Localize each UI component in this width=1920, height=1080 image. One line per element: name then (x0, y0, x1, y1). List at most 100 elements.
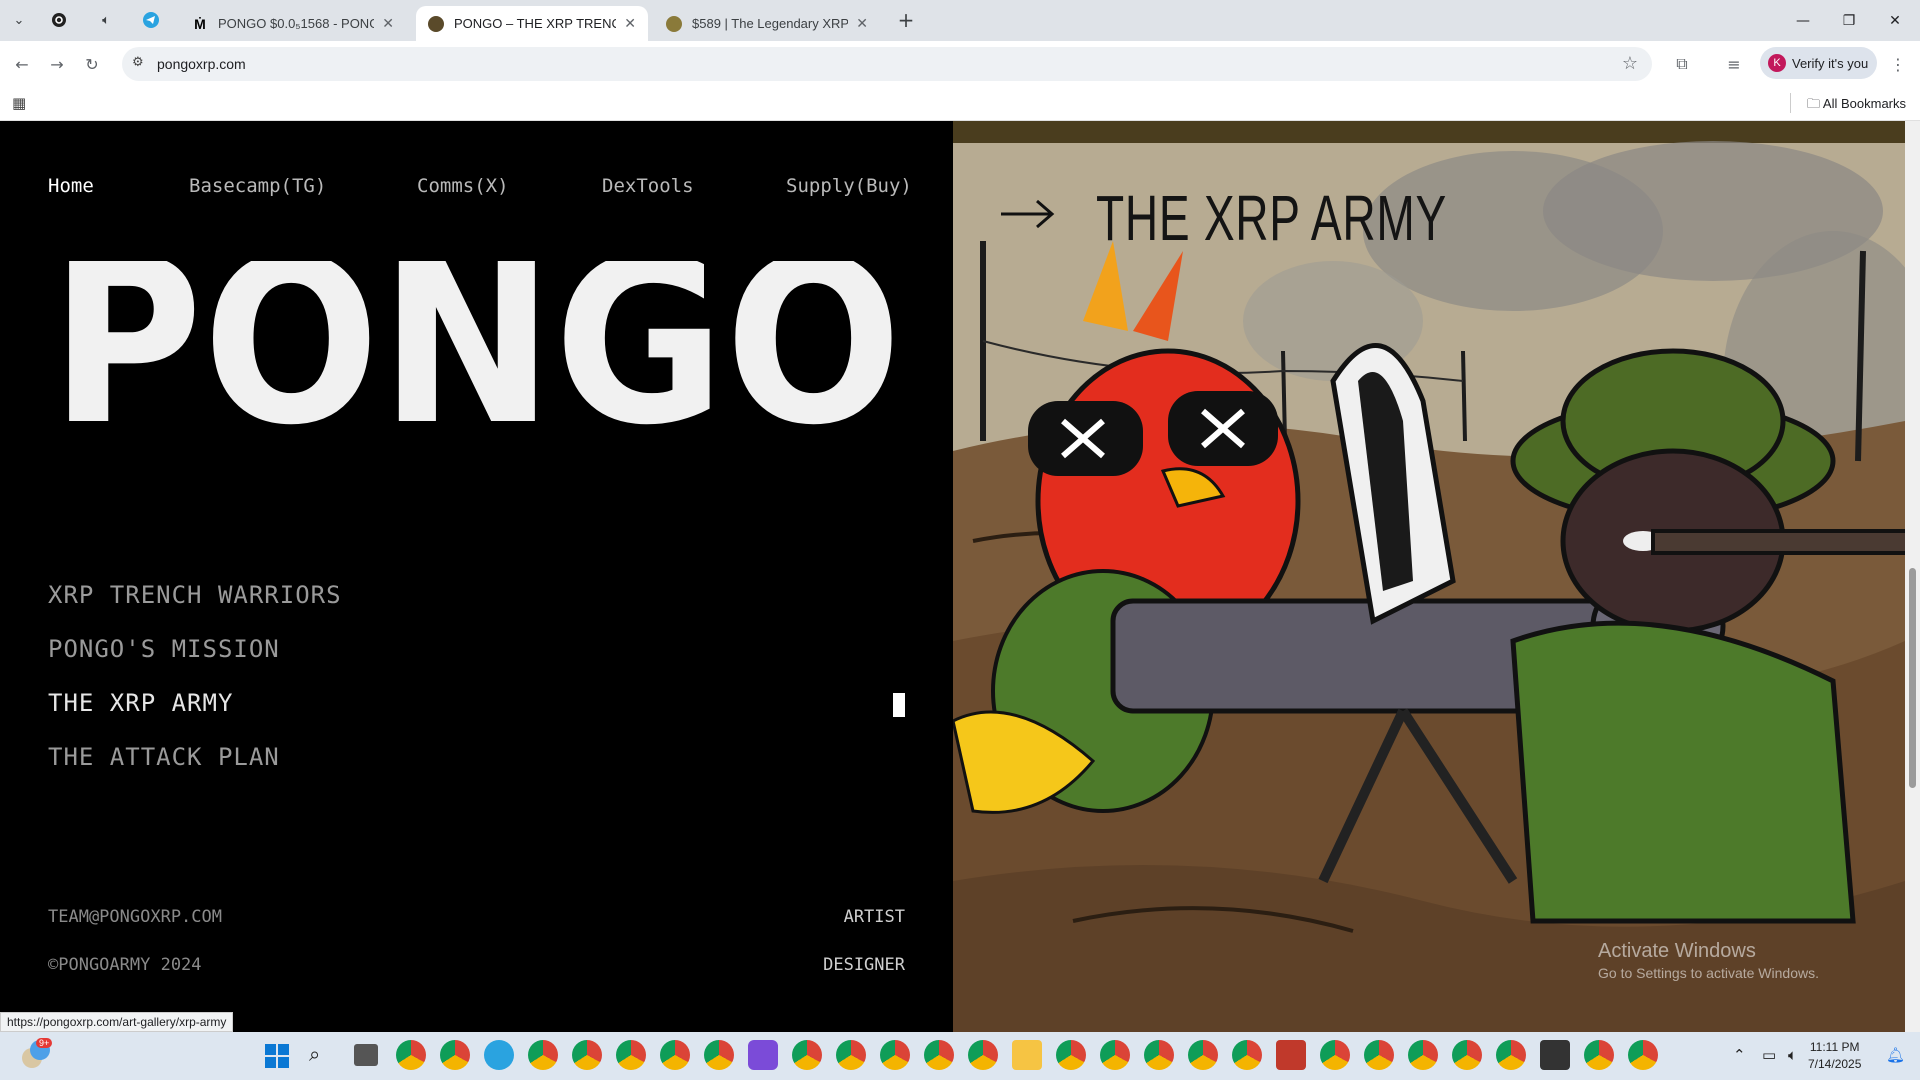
pinned-tab-threads-icon[interactable] (48, 9, 70, 31)
search-icon[interactable]: ⌕ (309, 1042, 320, 1066)
terminal-icon[interactable] (1540, 1040, 1570, 1070)
weather-widget-icon[interactable]: 9+ (18, 1038, 53, 1072)
back-icon[interactable]: ← (10, 52, 34, 76)
copyright: ©PONGOARMY 2024 (48, 955, 202, 975)
system-clock[interactable]: 11:11 PM 7/14/2025 (1808, 1039, 1861, 1073)
verify-label: Verify it's you (1792, 55, 1869, 71)
chrome-icon[interactable] (704, 1040, 734, 1070)
page-viewport: Home Basecamp(TG) Comms(X) DexTools Supp… (0, 121, 1920, 1032)
address-bar[interactable]: ⚙︎ pongoxrp.com ☆ (122, 47, 1652, 81)
menu-item-the-xrp-army[interactable]: THE XRP ARMY (48, 689, 233, 717)
volume-icon[interactable]: 🔈︎ (1788, 1046, 1797, 1064)
active-indicator (893, 693, 905, 717)
apps-grid-icon[interactable]: ▦ (12, 94, 26, 112)
nav-home[interactable]: Home (48, 175, 94, 197)
site-info-icon[interactable]: ⚙︎ (132, 55, 144, 70)
media-controls-icon[interactable]: ≡ (1722, 52, 1746, 76)
file-explorer-icon[interactable] (1012, 1040, 1042, 1070)
browser-menu-icon[interactable]: ⋮ (1886, 52, 1910, 76)
all-bookmarks-button[interactable]: 🗀︎ All Bookmarks (1807, 95, 1906, 117)
chrome-profile-icon[interactable] (440, 1040, 470, 1070)
profile-verify-button[interactable]: K Verify it's you (1760, 47, 1877, 79)
new-tab-icon[interactable]: + (895, 8, 917, 32)
chrome-active-icon[interactable] (528, 1040, 558, 1070)
close-tab-icon[interactable]: ✕ (856, 15, 868, 32)
chrome-icon[interactable] (1144, 1040, 1174, 1070)
left-panel: Home Basecamp(TG) Comms(X) DexTools Supp… (0, 121, 953, 1032)
page-scrollbar[interactable] (1905, 121, 1920, 1032)
network-icon[interactable]: ▭ (1762, 1046, 1776, 1064)
tab-title: PONGO $0.0₅1568 - PONGO / X (218, 16, 375, 31)
nav-dextools[interactable]: DexTools (602, 175, 694, 197)
gallery-heading: THE XRP ARMY (1096, 182, 1447, 254)
minimize-icon[interactable]: — (1780, 0, 1826, 41)
forward-icon[interactable]: → (45, 52, 69, 76)
chrome-icon[interactable] (880, 1040, 910, 1070)
nav-comms-x[interactable]: Comms(X) (417, 175, 509, 197)
chrome-icon[interactable] (1320, 1040, 1350, 1070)
tab-xrp-meme[interactable]: $589 | The Legendary XRP Meme ✕ (654, 6, 880, 41)
chrome-icon[interactable] (1408, 1040, 1438, 1070)
tab-search-icon[interactable]: ⌄ (8, 9, 30, 31)
nav-basecamp-tg[interactable]: Basecamp(TG) (189, 175, 326, 197)
chrome-icon[interactable] (1188, 1040, 1218, 1070)
chrome-icon[interactable] (1364, 1040, 1394, 1070)
chrome-icon[interactable] (660, 1040, 690, 1070)
task-view-icon[interactable] (354, 1044, 378, 1066)
close-tab-icon[interactable]: ✕ (624, 15, 636, 32)
scrollbar-thumb[interactable] (1909, 568, 1916, 788)
chrome-icon[interactable] (572, 1040, 602, 1070)
tab-title: PONGO – THE XRP TRENCH WARRIORS (454, 16, 617, 31)
chrome-icon[interactable] (1232, 1040, 1262, 1070)
restore-icon[interactable]: ❐ (1826, 0, 1872, 41)
artwork-panel: THE XRP ARMY (953, 121, 1905, 1032)
chrome-icon[interactable] (924, 1040, 954, 1070)
extensions-icon[interactable]: ⧉ (1670, 52, 1694, 76)
reload-icon[interactable]: ↻ (80, 52, 104, 76)
chrome-icon[interactable] (616, 1040, 646, 1070)
arrow-right-icon (1001, 199, 1055, 229)
chrome-icon[interactable] (1100, 1040, 1130, 1070)
tab-pongo-x[interactable]: Ṁ PONGO $0.0₅1568 - PONGO / X ✕ (180, 6, 406, 41)
chrome-icon[interactable] (396, 1040, 426, 1070)
chrome-icon[interactable] (836, 1040, 866, 1070)
chrome-icon[interactable] (1584, 1040, 1614, 1070)
logo-text: PONGO (50, 261, 902, 441)
notifications-bell-icon[interactable]: 🔔︎ (1886, 1046, 1905, 1064)
url-text: pongoxrp.com (157, 56, 246, 72)
telegram-icon[interactable] (484, 1040, 514, 1070)
chrome-icon[interactable] (1628, 1040, 1658, 1070)
chrome-icon[interactable] (1056, 1040, 1086, 1070)
tray-overflow-icon[interactable]: ⌃ (1733, 1046, 1746, 1064)
menu-item-pongos-mission[interactable]: PONGO'S MISSION (48, 635, 280, 663)
chrome-icon[interactable] (1496, 1040, 1526, 1070)
chrome-icon[interactable] (1452, 1040, 1482, 1070)
contact-email[interactable]: TEAM@PONGOXRP.COM (48, 907, 222, 927)
pinned-tab-telegram-icon[interactable] (140, 9, 162, 31)
link-status-bubble: https://pongoxrp.com/art-gallery/xrp-arm… (0, 1012, 234, 1032)
pongo-logo[interactable]: PONGO (46, 261, 906, 441)
xrp-army-artwork (953, 121, 1905, 1032)
app-icon[interactable] (1276, 1040, 1306, 1070)
x-favicon-icon: Ṁ (194, 15, 206, 32)
bookmark-star-icon[interactable]: ☆ (1622, 53, 1638, 74)
chrome-icon[interactable] (968, 1040, 998, 1070)
notification-badge: 9+ (36, 1038, 53, 1048)
bookmarks-divider (1790, 93, 1791, 113)
nav-supply-buy[interactable]: Supply(Buy) (786, 175, 912, 197)
avatar: K (1768, 54, 1786, 72)
menu-item-the-attack-plan[interactable]: THE ATTACK PLAN (48, 743, 280, 771)
clock-time: 11:11 PM (1809, 1040, 1860, 1054)
chrome-icon[interactable] (792, 1040, 822, 1070)
artist-link[interactable]: ARTIST (844, 907, 905, 927)
game-controller-icon[interactable] (748, 1040, 778, 1070)
designer-link[interactable]: DESIGNER (823, 955, 905, 975)
start-button-icon[interactable] (265, 1044, 289, 1072)
tab-pongo-site[interactable]: PONGO – THE XRP TRENCH WARRIORS ✕ (416, 6, 648, 41)
close-tab-icon[interactable]: ✕ (382, 15, 394, 32)
activate-windows-watermark: Activate Windows Go to Settings to activ… (1598, 940, 1819, 981)
menu-item-xrp-trench-warriors[interactable]: XRP TRENCH WARRIORS (48, 581, 342, 609)
pinned-tab-audio-icon[interactable]: 🔈︎ (95, 9, 117, 31)
close-window-icon[interactable]: ✕ (1872, 0, 1918, 41)
all-bookmarks-label: All Bookmarks (1822, 96, 1906, 111)
